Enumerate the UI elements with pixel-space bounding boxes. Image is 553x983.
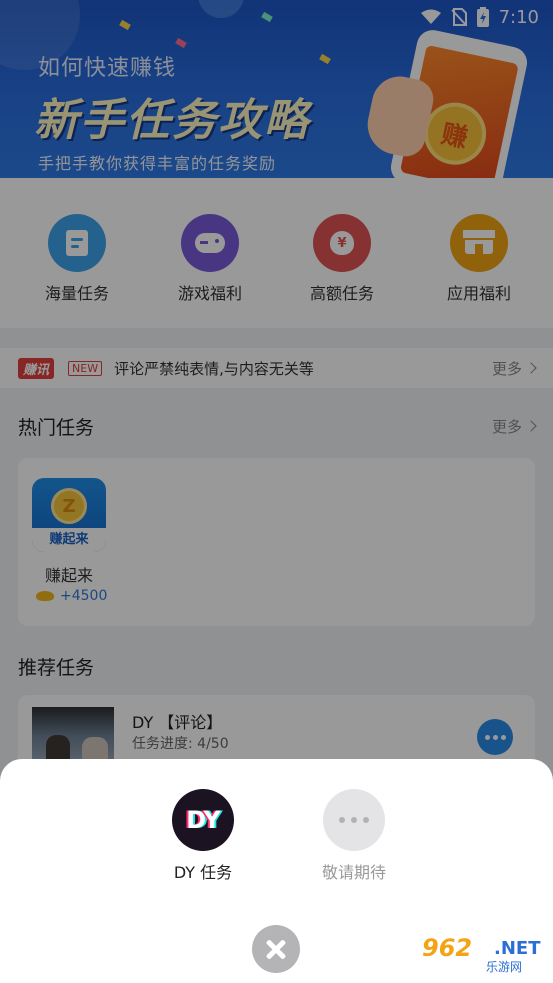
- option-label: DY 任务: [173, 863, 233, 882]
- dy-logo-icon: DY: [172, 789, 234, 851]
- close-icon[interactable]: [252, 925, 300, 973]
- dy-task-option[interactable]: DY DY 任务: [143, 789, 263, 883]
- option-label: 敬请期待: [321, 863, 386, 882]
- coming-soon-option[interactable]: 敬请期待: [294, 789, 414, 883]
- watermark-text: 乐游网: [486, 960, 523, 974]
- site-watermark: 962 .NET 乐游网: [414, 932, 550, 978]
- watermark-suffix: .NET: [494, 938, 541, 959]
- watermark-number: 962: [422, 934, 473, 962]
- more-dots-icon: [323, 789, 385, 851]
- dy-logo-text: DY: [186, 806, 221, 834]
